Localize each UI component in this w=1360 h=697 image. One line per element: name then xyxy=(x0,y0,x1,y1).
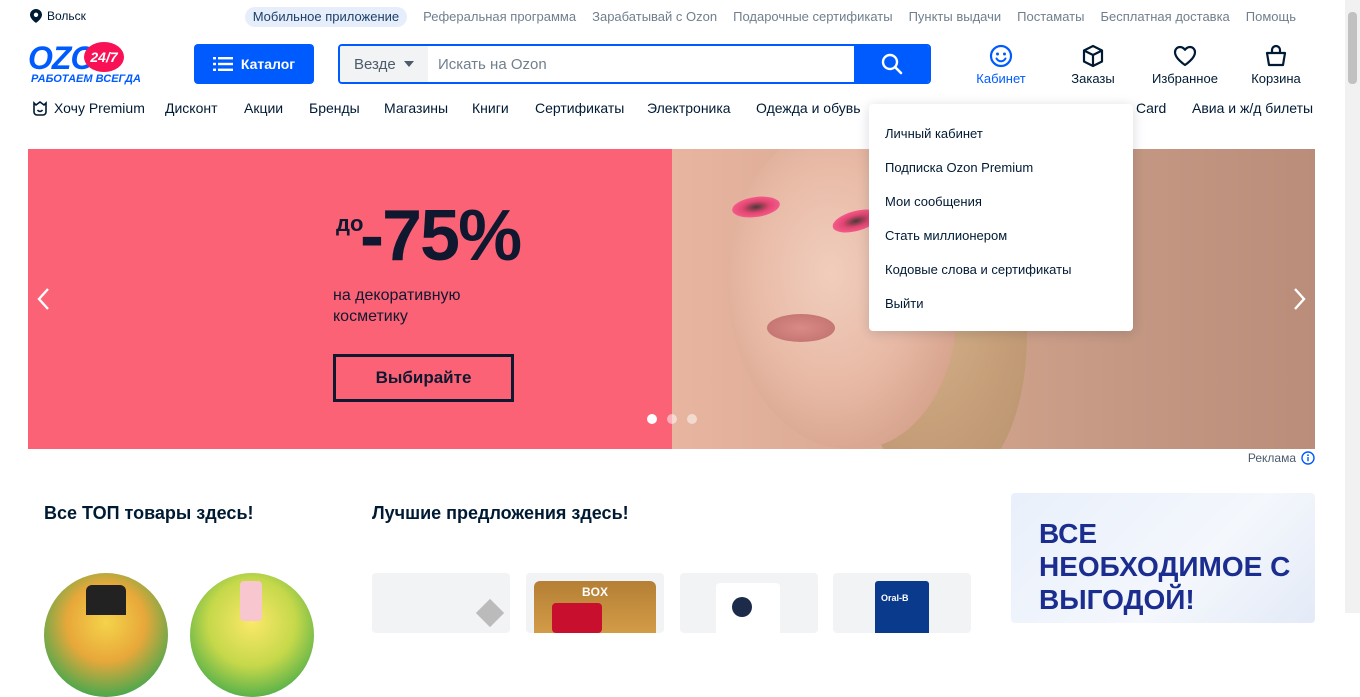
banner-prev-arrow-icon[interactable] xyxy=(36,287,52,311)
scrollbar-thumb[interactable] xyxy=(1348,12,1357,84)
ad-label[interactable]: Реклама xyxy=(1248,451,1315,465)
bag-icon xyxy=(1265,44,1287,67)
nav-certificates[interactable]: Сертификаты xyxy=(535,100,624,116)
nav-card[interactable]: Card xyxy=(1136,100,1166,116)
offer-card-3[interactable] xyxy=(680,573,818,633)
offer-thumb-4: Oral-B xyxy=(875,581,929,633)
top-links: Мобильное приложение Реферальная програм… xyxy=(244,7,1296,27)
header-orders[interactable]: Заказы xyxy=(1057,43,1129,86)
top-info-bar: Вольск Мобильное приложение Реферальная … xyxy=(0,0,1345,34)
offer-box-label: BOX xyxy=(582,585,609,599)
nav-books[interactable]: Книги xyxy=(472,100,509,116)
search-input[interactable] xyxy=(428,46,854,82)
header-cabinet-label: Кабинет xyxy=(976,71,1026,86)
offer-card-4[interactable]: Oral-B xyxy=(833,573,971,633)
menu-item-codewords[interactable]: Кодовые слова и сертификаты xyxy=(869,260,1133,294)
promo-side-card[interactable]: ВСЕ НЕОБХОДИМОЕ С ВЫГОДОЙ! xyxy=(1011,493,1315,623)
banner-dot-1[interactable] xyxy=(647,414,657,424)
offer-thumb-3-dot xyxy=(732,597,752,617)
link-help[interactable]: Помощь xyxy=(1246,7,1296,27)
banner-next-arrow-icon[interactable] xyxy=(1291,287,1307,311)
info-icon xyxy=(1301,451,1315,465)
nav-tickets[interactable]: Авиа и ж/д билеты xyxy=(1192,100,1313,116)
heart-icon xyxy=(1173,45,1197,67)
smile-icon xyxy=(989,44,1013,68)
search-icon xyxy=(881,53,902,75)
nav-electronics[interactable]: Электроника xyxy=(647,100,731,116)
section-best-title: Лучшие предложения здесь! xyxy=(372,503,629,523)
header-cabinet[interactable]: Кабинет xyxy=(965,43,1037,86)
banner-dot-3[interactable] xyxy=(687,414,697,424)
tshirt-thumb xyxy=(86,585,126,615)
city-name: Вольск xyxy=(47,9,86,23)
search-bar: Везде xyxy=(338,44,931,84)
ozon-logo[interactable]: OZON 24/7 РАБОТАЕМ ВСЕГДА xyxy=(28,42,158,86)
box-icon xyxy=(1082,44,1104,68)
nav-premium[interactable]: Хочу Premium xyxy=(32,100,145,116)
banner-dot-2[interactable] xyxy=(667,414,677,424)
menu-item-messages[interactable]: Мои сообщения xyxy=(869,192,1133,226)
menu-item-millionaire[interactable]: Стать миллионером xyxy=(869,226,1133,260)
nav-clothes[interactable]: Одежда и обувь xyxy=(756,100,861,116)
header-orders-label: Заказы xyxy=(1071,71,1115,86)
nav-discount[interactable]: Дисконт xyxy=(165,100,218,116)
header-favorites-label: Избранное xyxy=(1152,71,1218,86)
cabinet-dropdown: Личный кабинет Подписка Ozon Premium Мои… xyxy=(869,104,1133,331)
link-pickup-points[interactable]: Пункты выдачи xyxy=(909,7,1002,27)
nav-promotions[interactable]: Акции xyxy=(244,100,283,116)
header-favorites[interactable]: Избранное xyxy=(1149,43,1221,86)
search-button[interactable] xyxy=(854,46,929,82)
page-scrollbar[interactable] xyxy=(1345,0,1360,613)
menu-item-personal-cabinet[interactable]: Личный кабинет xyxy=(869,124,1133,158)
city-selector[interactable]: Вольск xyxy=(30,9,86,23)
offer-oralb-label: Oral-B xyxy=(881,593,909,603)
banner-pagination xyxy=(647,414,697,424)
offer-thumb-3 xyxy=(716,583,780,633)
banner-discount: -75% xyxy=(360,196,522,276)
link-gift-certificates[interactable]: Подарочные сертификаты xyxy=(733,7,892,27)
banner-subtitle: на декоративную косметику xyxy=(333,287,461,325)
premium-smile-icon xyxy=(33,101,47,116)
link-referral[interactable]: Реферальная программа xyxy=(423,7,576,27)
promo-side-text: ВСЕ НЕОБХОДИМОЕ С ВЫГОДОЙ! xyxy=(1039,518,1291,615)
ad-label-text: Реклама xyxy=(1247,451,1296,465)
search-scope-value: Везде xyxy=(354,55,396,73)
menu-item-logout[interactable]: Выйти xyxy=(869,294,1133,328)
link-free-delivery[interactable]: Бесплатная доставка xyxy=(1100,7,1229,27)
logo-badge: 24/7 xyxy=(84,42,124,72)
top-item-circle-1[interactable] xyxy=(44,573,168,697)
nav-brands[interactable]: Бренды xyxy=(309,100,360,116)
link-postamats[interactable]: Постаматы xyxy=(1017,7,1084,27)
header-cart-label: Корзина xyxy=(1251,71,1301,86)
cosmetic-thumb xyxy=(240,581,262,621)
catalog-label: Каталог xyxy=(240,56,296,72)
section-top-title: Все ТОП товары здесь! xyxy=(44,503,254,523)
link-mobile-app[interactable]: Мобильное приложение xyxy=(244,7,408,27)
logo-tagline: РАБОТАЕМ ВСЕГДА xyxy=(31,73,141,85)
offer-card-1[interactable] xyxy=(372,573,510,633)
search-scope-select[interactable]: Везде xyxy=(340,46,428,82)
menu-list-icon xyxy=(212,57,233,71)
catalog-button[interactable]: Каталог xyxy=(194,44,314,84)
banner-text-panel: до -75% на декоративную косметику Выбира… xyxy=(28,149,672,449)
header-cart[interactable]: Корзина xyxy=(1240,43,1312,86)
nav-premium-label: Хочу Premium xyxy=(54,100,145,116)
photo-lips xyxy=(767,314,835,342)
link-earn-with-ozon[interactable]: Зарабатывай с Ozon xyxy=(592,7,717,27)
menu-item-premium-subscription[interactable]: Подписка Ozon Premium xyxy=(869,158,1133,192)
offer-thumb-2: BOX xyxy=(534,581,656,633)
caret-down-icon xyxy=(403,61,414,67)
location-pin-icon xyxy=(30,9,42,23)
top-item-circle-2[interactable] xyxy=(190,573,314,697)
offer-thumb-1 xyxy=(475,598,505,628)
nav-shops[interactable]: Магазины xyxy=(384,100,448,116)
offer-box-red xyxy=(552,603,602,633)
offer-card-2[interactable]: BOX xyxy=(526,573,664,633)
banner-cta-button[interactable]: Выбирайте xyxy=(333,354,514,402)
